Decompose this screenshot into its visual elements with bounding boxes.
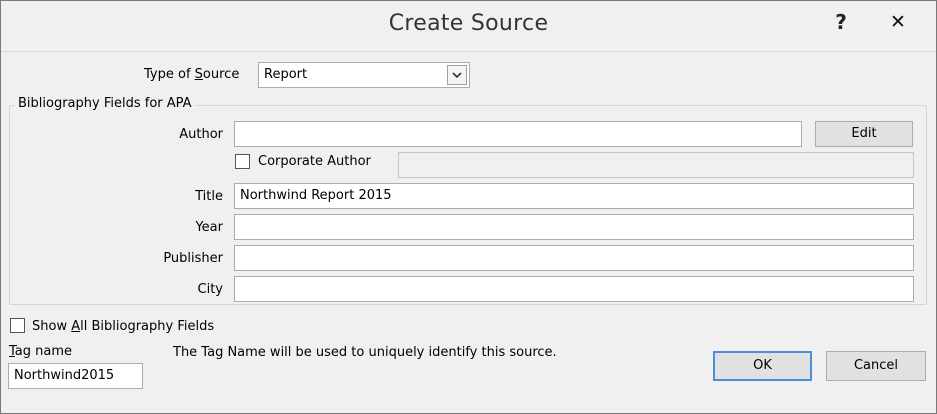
group-label: Bibliography Fields for APA (15, 96, 195, 111)
title-input[interactable]: Northwind Report 2015 (234, 183, 914, 209)
year-input[interactable] (234, 214, 914, 240)
ok-button[interactable]: OK (713, 351, 812, 381)
tag-name-input[interactable]: Northwind2015 (8, 363, 143, 389)
chevron-down-icon[interactable] (447, 65, 467, 85)
show-all-fields-label: Show All Bibliography Fields (32, 319, 215, 334)
author-input[interactable] (234, 121, 802, 147)
type-of-source-value: Report (264, 67, 308, 82)
title-bar[interactable]: Create Source ? ✕ (1, 1, 936, 52)
create-source-dialog: Create Source ? ✕ Type of Source Report … (0, 0, 937, 414)
show-all-fields-checkbox[interactable] (10, 318, 25, 333)
publisher-label: Publisher (163, 251, 223, 266)
close-button[interactable]: ✕ (863, 5, 933, 41)
type-of-source-select[interactable]: Report (258, 62, 470, 88)
tag-name-label: Tag name (9, 344, 73, 359)
publisher-input[interactable] (234, 245, 914, 271)
title-label: Title (195, 189, 223, 204)
tag-name-hint: The Tag Name will be used to uniquely id… (173, 345, 557, 360)
type-of-source-label: Type of Source (144, 67, 240, 82)
corporate-author-label: Corporate Author (258, 154, 371, 169)
help-button[interactable]: ? (821, 5, 861, 41)
city-input[interactable] (234, 276, 914, 302)
author-label: Author (179, 127, 223, 142)
edit-button[interactable]: Edit (815, 121, 913, 147)
dialog-title: Create Source (388, 11, 549, 36)
close-icon: ✕ (890, 11, 906, 33)
cancel-button[interactable]: Cancel (826, 351, 926, 381)
city-label: City (197, 282, 223, 297)
corporate-author-input (398, 152, 914, 178)
year-label: Year (195, 220, 223, 235)
corporate-author-checkbox[interactable] (235, 154, 250, 169)
